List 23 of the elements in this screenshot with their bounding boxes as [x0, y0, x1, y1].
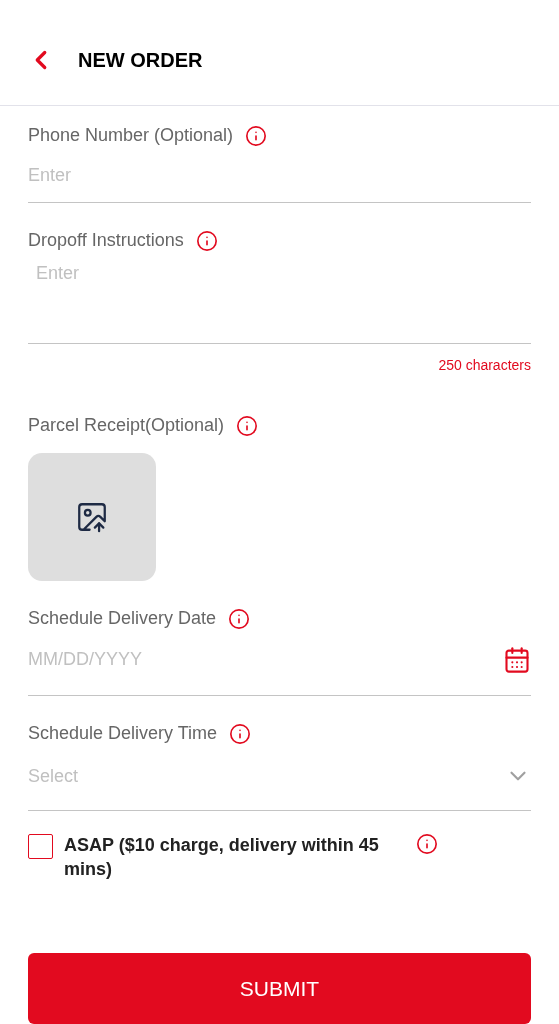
info-icon[interactable]	[195, 229, 218, 252]
instructions-input[interactable]: Enter	[28, 260, 531, 344]
field-label: Schedule Delivery Time	[28, 722, 218, 745]
field-label: Phone Number (Optional)	[28, 124, 234, 147]
character-counter: 250 characters	[438, 356, 531, 375]
submit-button[interactable]: SUBMIT	[28, 953, 531, 1024]
calendar-icon[interactable]	[503, 646, 531, 674]
date-field[interactable]: MM/DD/YYYY	[28, 642, 531, 696]
info-icon[interactable]	[236, 414, 259, 437]
field-label: Parcel Receipt(Optional)	[28, 414, 225, 437]
time-select[interactable]: Select	[28, 757, 531, 811]
upload-button[interactable]	[28, 453, 156, 581]
field-label: Schedule Delivery Date	[28, 607, 217, 630]
asap-checkbox[interactable]	[28, 834, 53, 859]
page-title: NEW ORDER	[78, 47, 203, 73]
asap-label: ASAP ($10 charge, delivery within 45 mins)	[64, 834, 380, 881]
image-upload-icon	[75, 500, 109, 534]
field-label: Dropoff Instructions	[28, 229, 184, 252]
info-icon[interactable]	[416, 833, 438, 855]
phone-input[interactable]: Enter	[28, 159, 531, 203]
info-icon[interactable]	[228, 607, 251, 630]
info-icon[interactable]	[229, 722, 252, 745]
info-icon[interactable]	[245, 124, 268, 147]
